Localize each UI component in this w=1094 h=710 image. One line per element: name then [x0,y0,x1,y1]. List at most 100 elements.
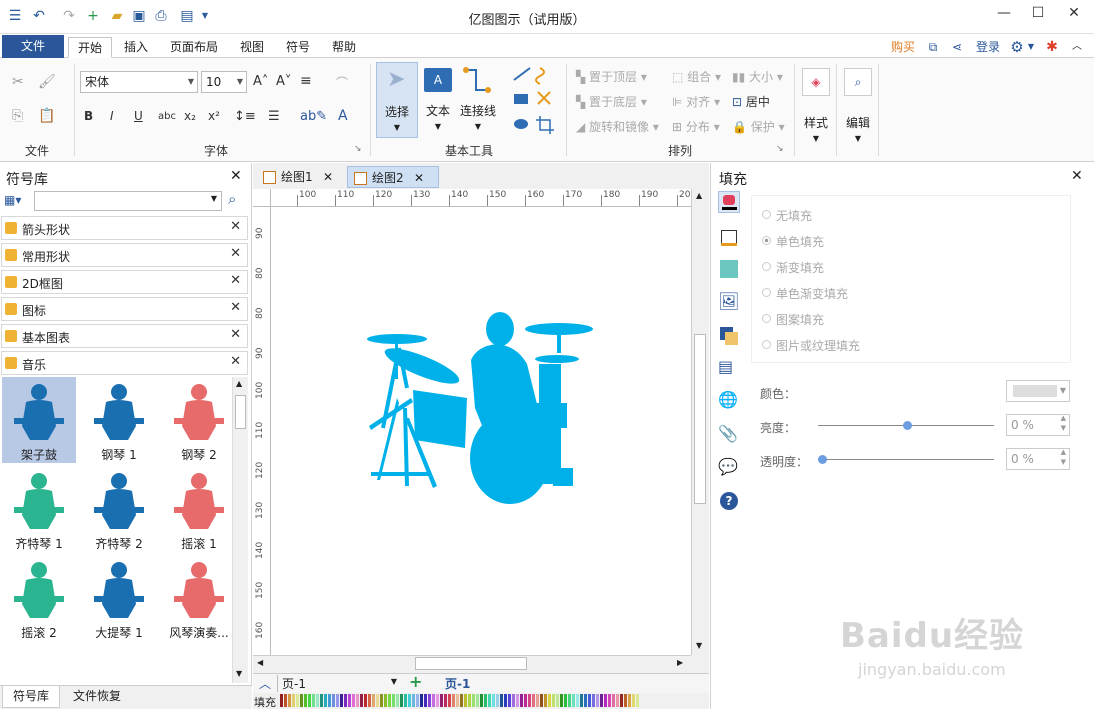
connector-tool-button[interactable]: 连接线 ▼ [458,62,498,138]
color-swatch[interactable] [580,694,583,707]
font-dialog-icon[interactable]: ↘ [354,144,362,154]
color-swatch[interactable] [532,694,535,707]
color-swatch[interactable] [296,694,299,707]
color-swatch[interactable] [404,694,407,707]
color-swatch[interactable] [292,694,295,707]
symbol-item[interactable]: 大提琴 1 [82,555,156,641]
option-no-fill[interactable]: 无填充 [776,207,812,224]
drawing-canvas[interactable] [271,207,691,655]
edit-button[interactable]: ⌕ 编辑 ▼ [840,64,876,154]
color-swatch[interactable] [376,694,379,707]
color-swatch[interactable] [352,694,355,707]
select-tool-button[interactable]: ➤ 选择 ▼ [376,62,418,138]
color-swatch[interactable] [372,694,375,707]
color-swatch[interactable] [448,694,451,707]
help-icon[interactable]: ? [718,490,740,512]
page-properties-icon[interactable]: ▤ [718,357,740,379]
share-box-icon[interactable]: ⧉ [924,37,942,58]
line-spacing-icon[interactable]: ⌒ [336,74,348,91]
category-icons[interactable]: 图标 ✕ [1,297,248,321]
page-expand-icon[interactable]: ︿ [259,675,271,692]
scroll-thumb[interactable] [235,395,246,429]
font-color-icon[interactable]: A [338,108,348,124]
library-search-input[interactable]: ▼ [34,191,222,211]
size-button[interactable]: ▮▮ 大小 ▾ [732,68,783,85]
color-swatch[interactable] [432,694,435,707]
radio-picture-fill[interactable] [762,340,771,349]
bold-icon[interactable]: B [84,109,93,123]
color-swatch[interactable] [388,694,391,707]
layer-icon[interactable] [718,325,740,347]
color-swatch[interactable] [360,694,363,707]
canvas-vertical-scrollbar[interactable]: ▲ ▼ [691,189,709,655]
transparency-slider-thumb[interactable] [818,455,827,464]
distribute-button[interactable]: ⊞ 分布 ▾ [672,118,720,135]
color-swatch[interactable] [344,694,347,707]
color-swatch[interactable] [444,694,447,707]
category-arrows[interactable]: 箭头形状 ✕ [1,216,248,240]
color-swatch[interactable] [428,694,431,707]
scroll-down-icon[interactable]: ▼ [236,669,242,678]
color-swatch[interactable] [524,694,527,707]
color-swatch[interactable] [280,694,283,707]
color-swatch[interactable] [536,694,539,707]
font-size-select[interactable]: 10 ▼ [201,71,247,93]
tab-insert[interactable]: 插入 [116,37,156,58]
symbol-item[interactable]: 风琴演奏... [162,555,232,641]
color-swatch[interactable] [492,694,495,707]
bullets-icon[interactable]: ☰ [268,109,280,124]
color-swatch[interactable] [328,694,331,707]
color-swatch[interactable] [624,694,627,707]
close-category-icon[interactable]: ✕ [230,354,241,369]
symbol-item[interactable]: 摇滚 2 [2,555,76,641]
color-swatch[interactable] [472,694,475,707]
color-swatch[interactable] [552,694,555,707]
tab-symbol[interactable]: 符号 [278,37,318,58]
color-swatch[interactable] [516,694,519,707]
close-category-icon[interactable]: ✕ [230,246,241,261]
color-swatch[interactable] [312,694,315,707]
scroll-down-icon[interactable]: ▼ [696,641,702,650]
color-swatch[interactable] [332,694,335,707]
color-swatch[interactable] [540,694,543,707]
color-swatch[interactable] [324,694,327,707]
close-tab-icon[interactable]: ✕ [323,166,333,188]
minimize-icon[interactable]: — [992,5,1016,25]
color-swatch[interactable] [600,694,603,707]
copy-icon[interactable]: ⎘ [12,108,23,124]
color-swatch[interactable] [620,694,623,707]
color-swatch[interactable] [424,694,427,707]
color-palette[interactable] [280,694,640,707]
option-picture-fill[interactable]: 图片或纹理填充 [776,337,860,354]
color-swatch[interactable] [608,694,611,707]
color-swatch[interactable] [340,694,343,707]
shadow-icon[interactable] [718,258,740,280]
hyperlink-icon[interactable]: 🌐 [718,390,740,412]
color-swatch[interactable] [416,694,419,707]
fill-icon[interactable] [718,191,740,213]
line-icon[interactable] [718,226,740,248]
color-swatch[interactable] [468,694,471,707]
color-swatch[interactable] [588,694,591,707]
color-swatch[interactable] [304,694,307,707]
file-menu-button[interactable]: 文件 [2,35,64,58]
color-swatch[interactable] [484,694,487,707]
attachment-icon[interactable]: 📎 [718,424,740,446]
symbol-item[interactable]: 齐特琴 2 [82,466,156,552]
close-category-icon[interactable]: ✕ [230,273,241,288]
group-button[interactable]: ⬚ 组合 ▾ [672,68,721,85]
shape-tools-icons[interactable] [510,66,556,136]
color-swatch[interactable] [380,694,383,707]
color-swatch[interactable] [396,694,399,707]
paste-icon[interactable]: 📋 [38,108,55,124]
add-page-icon[interactable]: + [409,672,422,691]
library-menu-icon[interactable]: ▦▾ [4,193,32,211]
option-solid-fill[interactable]: 单色填充 [776,233,824,250]
scroll-thumb[interactable] [415,657,527,670]
color-swatch[interactable] [548,694,551,707]
arrange-dialog-icon[interactable]: ↘ [776,144,784,154]
color-swatch[interactable] [592,694,595,707]
color-swatch[interactable] [568,694,571,707]
underline-icon[interactable]: U [134,109,143,123]
spacing-icon[interactable]: ↕≡ [234,109,256,124]
